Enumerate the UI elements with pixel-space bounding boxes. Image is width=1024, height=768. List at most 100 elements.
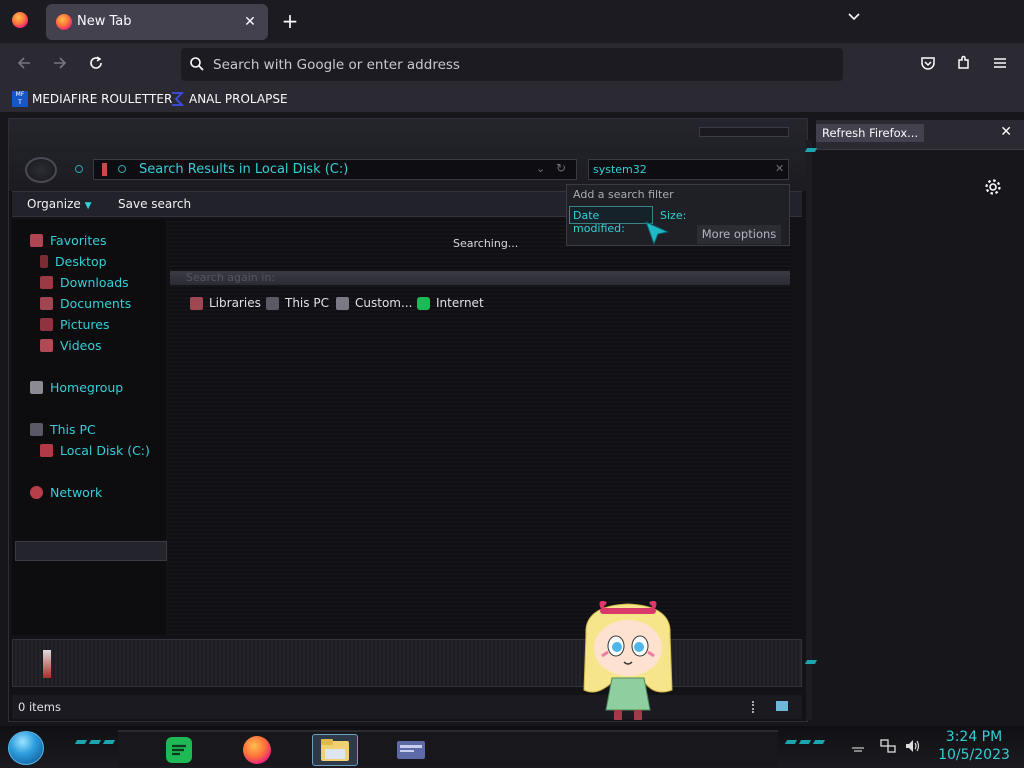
nav-label: Local Disk (C:) <box>60 442 150 458</box>
documents-icon <box>40 296 53 310</box>
network-tray-icon[interactable] <box>880 738 896 754</box>
reload-icon <box>90 56 102 69</box>
refresh-firefox-button[interactable]: Refresh Firefox... <box>816 124 925 142</box>
close-tab-button[interactable]: ✕ <box>240 12 260 32</box>
pocket-button[interactable] <box>914 52 942 80</box>
navigation-pane: Favorites Desktop Downloads Documents Pi… <box>12 219 167 635</box>
search-again-bar: Search again in: <box>170 271 790 285</box>
filter-header: Add a search filter <box>573 188 674 201</box>
internet-icon <box>417 296 430 310</box>
search-in-custom[interactable]: Custom... <box>336 295 412 311</box>
location-label: Internet <box>436 296 484 310</box>
taskbar-app-window[interactable] <box>390 734 432 766</box>
drive-icon <box>43 650 51 678</box>
nav-label: Network <box>50 484 103 500</box>
date-modified-filter[interactable]: Date modified: <box>569 206 653 235</box>
gear-icon[interactable] <box>983 177 1003 197</box>
app-menu-button[interactable] <box>986 52 1014 80</box>
chevron-down-icon[interactable]: ⌄ <box>536 162 545 175</box>
clear-search-icon[interactable]: ✕ <box>775 162 784 175</box>
pocket-icon <box>921 57 935 70</box>
system-clock[interactable]: 3:24 PM 10/5/2023 <box>934 728 1014 764</box>
nav-this-pc[interactable]: This PC <box>30 420 96 438</box>
computer-icon <box>266 296 279 310</box>
save-search-button[interactable]: Save search <box>118 197 191 211</box>
bookmark-label: ANAL PROLAPSE <box>189 92 288 106</box>
list-tabs-button[interactable] <box>842 10 866 34</box>
nav-label: Documents <box>60 295 132 311</box>
refresh-icon[interactable]: ↻ <box>556 161 566 175</box>
taskbar-spotify[interactable] <box>158 734 200 766</box>
nav-local-disk[interactable]: Local Disk (C:) <box>40 441 150 459</box>
taskbar-apps <box>118 730 778 766</box>
nav-network[interactable]: Network <box>30 483 102 501</box>
address-bar[interactable]: Search Results in Local Disk (C:) ⌄ ↻ <box>93 159 577 180</box>
nav-videos[interactable]: Videos <box>40 336 102 354</box>
url-bar[interactable] <box>181 48 843 81</box>
taskbar-file-explorer[interactable] <box>312 734 358 766</box>
tab-new-tab[interactable]: New Tab ✕ <box>46 4 268 40</box>
back-orb-button[interactable] <box>25 157 57 183</box>
spotify-icon <box>166 737 192 763</box>
firefox-icon <box>56 14 72 30</box>
nav-label: Downloads <box>60 274 129 290</box>
sigma-icon <box>172 92 185 106</box>
bookmark-label: MEDIAFIRE ROULETTER <box>32 92 173 106</box>
search-in-internet[interactable]: Internet <box>417 295 484 311</box>
start-button[interactable] <box>8 731 44 765</box>
nav-desktop[interactable]: Desktop <box>40 252 107 270</box>
network-icon <box>30 485 43 499</box>
libraries-icon <box>190 296 203 310</box>
window-controls[interactable] <box>699 127 789 137</box>
arrow-right-icon <box>54 57 67 69</box>
selected-item-highlight <box>15 541 167 561</box>
search-in-libraries[interactable]: Libraries <box>190 295 261 311</box>
cyan-decoration <box>812 740 826 744</box>
more-options-button[interactable]: More options <box>697 225 781 244</box>
downloads-icon <box>40 275 53 289</box>
results-pane: Searching... Search again in: Libraries … <box>168 219 793 635</box>
bookmark-mediafire[interactable]: MF T MEDIAFIRE ROULETTER <box>12 89 172 109</box>
firefox-menu-icon[interactable] <box>12 12 28 28</box>
bookmark-second[interactable]: ANAL PROLAPSE <box>169 89 288 109</box>
pictures-icon <box>40 317 53 331</box>
nav-pictures[interactable]: Pictures <box>40 315 110 333</box>
bookmarks-toolbar: MF T MEDIAFIRE ROULETTER ANAL PROLAPSE <box>0 86 1024 112</box>
address-text: Search Results in Local Disk (C:) <box>139 162 349 177</box>
window-edge-decoration <box>806 140 812 720</box>
taskbar-firefox[interactable] <box>236 734 278 766</box>
nav-label: Favorites <box>50 232 107 248</box>
browser-tab-bar: New Tab ✕ + <box>0 0 1024 44</box>
search-filter-popup: Add a search filter Date modified: Size:… <box>566 184 790 246</box>
explorer-search-box[interactable]: system32 ✕ <box>588 159 789 180</box>
search-again-label: Search again in: <box>186 271 276 284</box>
computer-icon <box>30 422 43 436</box>
new-tab-button[interactable]: + <box>278 10 302 34</box>
nav-label: Videos <box>60 337 102 353</box>
back-button[interactable] <box>10 52 38 80</box>
caret-down-icon: ▼ <box>84 201 92 211</box>
cyan-decoration <box>102 740 116 744</box>
firefox-icon <box>243 736 271 764</box>
mediafire-icon: MF T <box>12 91 28 107</box>
cyan-decoration <box>784 740 798 744</box>
url-input[interactable] <box>213 54 813 76</box>
cyan-decoration <box>88 740 102 744</box>
details-view-icon[interactable] <box>752 701 756 713</box>
forward-button[interactable] <box>46 52 74 80</box>
location-label: Custom... <box>355 296 413 310</box>
extensions-button[interactable] <box>950 52 978 80</box>
forward-orb-button[interactable] <box>75 165 83 173</box>
nav-downloads[interactable]: Downloads <box>40 273 129 291</box>
homegroup-icon <box>30 380 43 394</box>
volume-icon[interactable] <box>904 738 920 754</box>
nav-documents[interactable]: Documents <box>40 294 131 312</box>
organize-button[interactable]: Organize ▼ <box>27 197 92 211</box>
close-notification-button[interactable]: ✕ <box>1000 124 1012 140</box>
show-hidden-icons-icon[interactable] <box>850 738 866 754</box>
large-icons-view-icon[interactable] <box>776 701 788 711</box>
search-in-this-pc[interactable]: This PC <box>266 295 329 311</box>
nav-homegroup[interactable]: Homegroup <box>30 378 123 396</box>
reload-button[interactable] <box>82 52 110 80</box>
nav-favorites[interactable]: Favorites <box>30 231 106 249</box>
